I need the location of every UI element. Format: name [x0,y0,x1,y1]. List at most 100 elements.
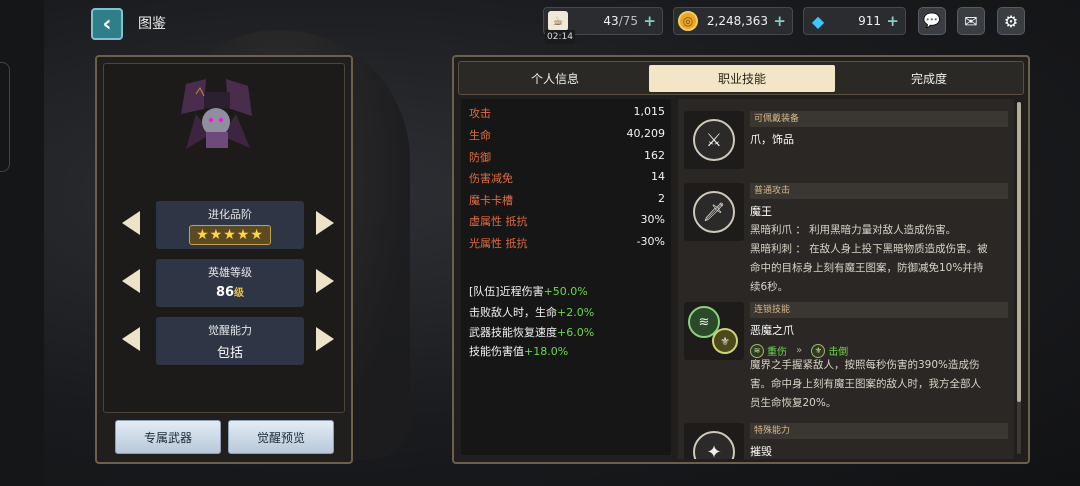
gem-counter[interactable]: ◆ 911 + [803,7,906,35]
stat-row: 光属性 抵抗 -30% [469,235,665,255]
gold-value: 2,248,363 [706,14,768,28]
bonus-line: [队伍]近程伤害+50.0% [469,283,588,299]
tab-completion[interactable]: 完成度 [836,65,1022,92]
desc-line: 害。命中身上刻有魔王图案的敌人时，我方全部人 [750,378,981,390]
bonus-value: +50.0% [543,285,588,298]
skill-name: 恶魔之爪 [750,324,794,337]
stat-row: 生命 40,209 [469,127,665,147]
awaken-box: 觉醒能力 包括 [156,317,304,365]
hero-portrait [181,79,252,149]
stat-value: 40,209 [626,127,666,140]
skills-list[interactable]: ⚔ 可佩戴装备 爪，饰品 🗡 普通攻击 魔王 黑暗利爪 ： 利用黑暗力量对敌人造… [678,99,1014,459]
bonus-text: [队伍]近程伤害 [469,285,544,298]
stat-value: -30% [636,235,665,248]
evolution-next-arrow[interactable] [316,211,334,235]
stat-value: 14 [651,170,665,183]
skill-category: 可佩戴装备 [750,111,1008,127]
skills-scrollbar-thumb[interactable] [1017,102,1021,402]
weapon-shield-icon: ⚔ [693,119,735,161]
stat-label: 魔卡卡槽 [469,194,513,207]
desc-line: 员生命恢复20%。 [750,397,837,409]
stat-value: 162 [644,149,665,162]
details-panel: 个人信息 职业技能 完成度 攻击 1,015 生命 40,209 防御 162 伤害减… [452,55,1030,464]
gold-coin-icon: ◎ [678,11,698,31]
desc-line: 黑暗利刺 ： 在敌人身上投下黑暗物质造成伤害。被 [750,243,988,255]
level-unit: 级 [234,288,245,299]
gem-value: 911 [858,14,881,28]
bonus-line: 击败敌人时，生命+2.0% [469,304,594,320]
skill-description: 黑暗利爪 ： 利用黑暗力量对敌人造成伤害。 黑暗利刺 ： 在敌人身上投下黑暗物质… [750,221,1008,297]
arrow-icon: » [796,345,803,356]
bonus-text: 技能伤害值 [469,345,524,358]
stat-label: 生命 [469,129,491,142]
level-value: 86 [215,285,235,300]
awaken-label: 觉醒能力 [208,324,252,337]
skill-name: 魔王 [750,205,772,218]
mail-icon: ✉ [964,11,978,31]
bonus-text: 武器技能恢复速度 [469,326,557,339]
bonus-value: +18.0% [524,345,569,358]
skill-icon-frame: ✦ [684,423,744,459]
level-prev-arrow[interactable] [122,269,140,293]
stat-label: 伤害减免 [469,172,513,185]
back-button[interactable]: ‹ [91,8,123,40]
skill-icon-frame: ⚔ [684,111,744,169]
stat-label: 攻击 [469,107,491,120]
stat-value: 1,015 [633,105,666,118]
desc-line: 魔界之手握紧敌人，按照每秒伤害的390%造成伤 [750,359,980,371]
sword-icon: 🗡 [693,191,735,233]
tab-personal-info[interactable]: 个人信息 [462,65,648,92]
stamina-timer: 02:14 [545,30,575,44]
skill-icon-frame: 🗡 [684,183,744,241]
evolution-prev-arrow[interactable] [122,211,140,235]
level-next-arrow[interactable] [316,269,334,293]
bonus-value: +6.0% [557,326,595,339]
awaken-preview-button[interactable]: 觉醒预览 [228,420,334,454]
page-title: 图鉴 [138,16,166,32]
evolution-stars: ★★★★★ [189,225,271,245]
stamina-max: /75 [618,14,638,28]
chat-bubble-icon: 💬 [923,13,941,29]
diamond-icon: ◆ [811,11,825,31]
level-box: 英雄等级 86级 [156,259,304,307]
bonus-value: +2.0% [557,306,595,319]
stat-label: 防御 [469,151,491,164]
skill-description: 魔界之手握紧敌人，按照每秒伤害的390%造成伤 害。命中身上刻有魔王图案的敌人时… [750,356,1008,413]
desc-line: 命中的目标身上刻有魔王图案，防御减免10%并持 [750,262,984,274]
settings-button[interactable]: ⚙ [997,7,1025,35]
tab-class-skills[interactable]: 职业技能 [649,65,835,92]
skill-category: 特殊能力 [750,423,1008,439]
coffee-cup-icon: ☕ [548,11,568,31]
awaken-prev-arrow[interactable] [122,327,140,351]
skill-name: 爪，饰品 [750,133,794,146]
bonus-text: 击败敌人时，生命 [469,306,557,319]
chevron-left-icon: ‹ [102,11,112,37]
evolution-box: 进化品阶 ★★★★★ [156,201,304,249]
mail-button[interactable]: ✉ [957,7,985,35]
awaken-next-arrow[interactable] [316,327,334,351]
stats-list: 攻击 1,015 生命 40,209 防御 162 伤害减免 14 魔卡卡槽 2 虚属性 … [461,99,671,455]
gear-icon: ⚙ [1003,11,1019,31]
hero-info-box: 进化品阶 ★★★★★ 英雄等级 86级 觉醒能力 包括 [103,63,345,413]
exclusive-weapon-button[interactable]: 专属武器 [115,420,221,454]
bonus-line: 武器技能恢复速度+6.0% [469,324,594,340]
stat-row: 攻击 1,015 [469,105,665,125]
stat-value: 2 [658,192,665,205]
knockdown-icon: ⚜ [712,328,738,354]
skill-category: 连锁技能 [750,302,1008,318]
evolution-label: 进化品阶 [208,208,252,221]
stat-row: 伤害减免 14 [469,170,665,190]
skill-name: 摧毁 [750,445,772,458]
stamina-value: 43 [603,14,619,28]
gem-plus-icon[interactable]: + [886,12,899,30]
desc-line: 黑暗利爪 ： 利用黑暗力量对敌人造成伤害。 [750,224,957,236]
gold-plus-icon[interactable]: + [773,12,786,30]
stat-value: 30% [640,213,665,226]
stat-label: 光属性 抵抗 [469,237,528,250]
stamina-plus-icon[interactable]: + [643,12,656,30]
gold-counter[interactable]: ◎ 2,248,363 + [673,7,793,35]
tab-bar: 个人信息 职业技能 完成度 [458,61,1024,95]
stat-row: 魔卡卡槽 2 [469,192,665,212]
chat-button[interactable]: 💬 [918,7,946,35]
side-pull-tab[interactable] [0,62,10,172]
